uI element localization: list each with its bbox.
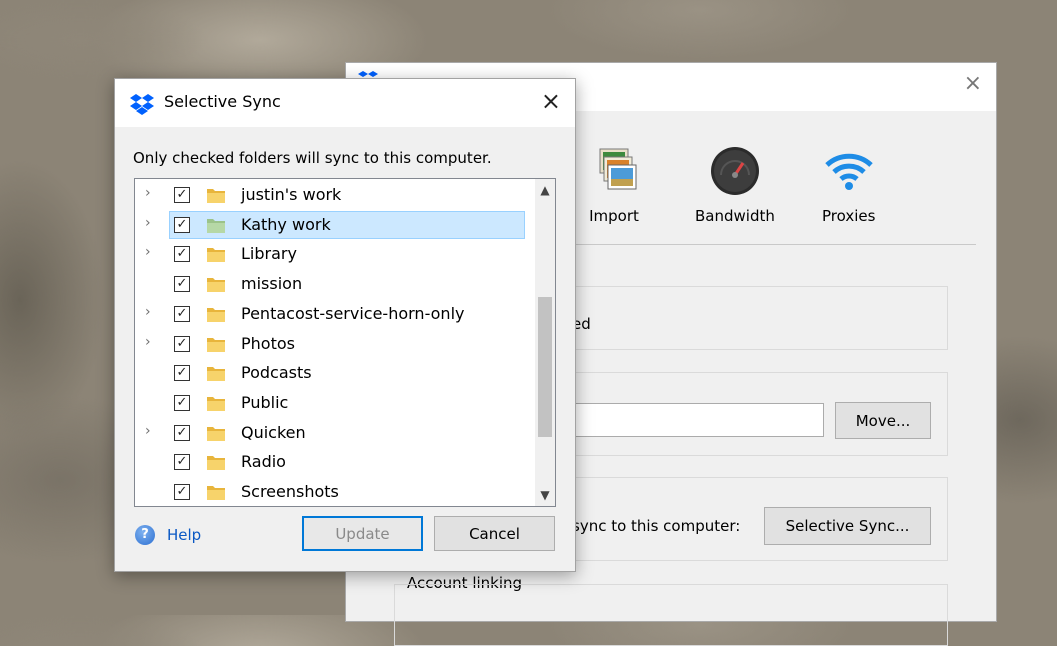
folder-row[interactable]: ✓ mission xyxy=(135,270,527,298)
tab-import[interactable]: Import xyxy=(588,145,640,225)
folder-name: Quicken xyxy=(241,422,306,442)
folder-icon xyxy=(207,337,225,352)
selective-sync-description: sync to this computer: xyxy=(572,517,741,535)
folder-checkbox[interactable]: ✓ xyxy=(174,365,190,382)
folder-tree[interactable]: ✓ Screenshots ✓ Radio › ✓ Quicken ✓ Public ✓ Podca… xyxy=(134,178,556,507)
update-button[interactable]: Update xyxy=(302,516,423,551)
folder-icon xyxy=(207,278,225,293)
folder-icon xyxy=(207,456,225,471)
folder-row[interactable]: › ✓ Photos xyxy=(135,330,527,358)
folder-checkbox[interactable]: ✓ xyxy=(174,246,190,263)
expand-chevron-icon[interactable]: › xyxy=(145,423,151,439)
folder-icon xyxy=(207,396,225,411)
folder-icon xyxy=(207,367,225,382)
folder-checkbox[interactable]: ✓ xyxy=(174,424,190,441)
folder-checkbox[interactable]: ✓ xyxy=(174,394,190,411)
tab-proxies[interactable]: Proxies xyxy=(822,145,875,225)
dialog-titlebar: Selective Sync × xyxy=(115,79,575,127)
folder-checkbox[interactable]: ✓ xyxy=(174,276,190,293)
folder-name: mission xyxy=(241,274,303,294)
folder-row[interactable]: ✓ Screenshots xyxy=(135,478,527,506)
help-icon: ? xyxy=(135,525,155,545)
folder-row[interactable]: › ✓ justin's work xyxy=(135,181,527,209)
bandwidth-gauge-icon xyxy=(710,147,759,195)
close-icon[interactable]: × xyxy=(964,73,982,95)
folder-name: justin's work xyxy=(241,185,342,204)
folder-name: Radio xyxy=(241,452,286,472)
expand-chevron-icon[interactable]: › xyxy=(145,334,151,350)
folder-checkbox[interactable]: ✓ xyxy=(174,335,190,352)
scroll-down-icon[interactable]: ▼ xyxy=(535,488,555,502)
folder-row[interactable]: ✓ Radio xyxy=(135,448,527,476)
tab-label: Import xyxy=(589,207,639,225)
folder-icon xyxy=(207,486,225,500)
vertical-scrollbar[interactable]: ▲ ▼ xyxy=(535,179,555,506)
dialog-title: Selective Sync xyxy=(164,92,281,111)
expand-chevron-icon[interactable]: › xyxy=(145,244,151,260)
folder-icon xyxy=(207,248,225,263)
close-icon[interactable]: × xyxy=(541,89,561,113)
folder-location-field[interactable] xyxy=(572,403,824,437)
folder-row[interactable]: ✓ Public xyxy=(135,389,527,417)
folder-name: Screenshots xyxy=(241,482,339,501)
tab-label: Proxies xyxy=(822,207,876,225)
folder-name: Photos xyxy=(241,333,295,353)
folder-icon xyxy=(207,218,225,233)
folder-name: Public xyxy=(241,392,289,412)
dialog-instruction: Only checked folders will sync to this c… xyxy=(133,149,492,167)
selective-sync-dialog: Selective Sync × Only checked folders wi… xyxy=(114,78,576,572)
folder-checkbox[interactable]: ✓ xyxy=(174,454,190,471)
selective-sync-button[interactable]: Selective Sync... xyxy=(764,507,931,545)
folder-row[interactable]: ✓ Podcasts xyxy=(135,359,527,387)
folder-icon xyxy=(207,189,225,203)
folder-name: Kathy work xyxy=(241,214,331,234)
cancel-button[interactable]: Cancel xyxy=(434,516,555,551)
folder-icon xyxy=(207,307,225,322)
folder-checkbox[interactable]: ✓ xyxy=(174,187,190,203)
move-button[interactable]: Move... xyxy=(835,402,931,439)
folder-checkbox[interactable]: ✓ xyxy=(174,216,190,233)
wifi-icon xyxy=(825,153,873,190)
expand-chevron-icon[interactable]: › xyxy=(145,185,151,201)
scrollbar-thumb[interactable] xyxy=(538,297,552,437)
folder-checkbox[interactable]: ✓ xyxy=(174,305,190,322)
tab-bandwidth[interactable]: Bandwidth xyxy=(695,145,775,225)
folder-name: Pentacost-service-horn-only xyxy=(241,303,465,323)
folder-row[interactable]: › ✓ Kathy work xyxy=(135,210,527,239)
expand-chevron-icon[interactable]: › xyxy=(145,215,151,231)
help-label[interactable]: Help xyxy=(167,526,201,544)
folder-row[interactable]: › ✓ Pentacost-service-horn-only xyxy=(135,300,527,328)
tab-label: Bandwidth xyxy=(695,207,775,225)
folder-name: Library xyxy=(241,244,297,264)
dropbox-logo-icon xyxy=(130,94,154,115)
expand-chevron-icon[interactable]: › xyxy=(145,304,151,320)
account-linking-group xyxy=(394,584,948,646)
folder-row[interactable]: › ✓ Library xyxy=(135,240,527,268)
folder-name: Podcasts xyxy=(241,363,312,383)
folder-row[interactable]: › ✓ Quicken xyxy=(135,419,527,447)
import-icon xyxy=(599,148,637,190)
folder-icon xyxy=(207,426,225,441)
folder-checkbox[interactable]: ✓ xyxy=(174,484,190,500)
scroll-up-icon[interactable]: ▲ xyxy=(535,183,555,197)
